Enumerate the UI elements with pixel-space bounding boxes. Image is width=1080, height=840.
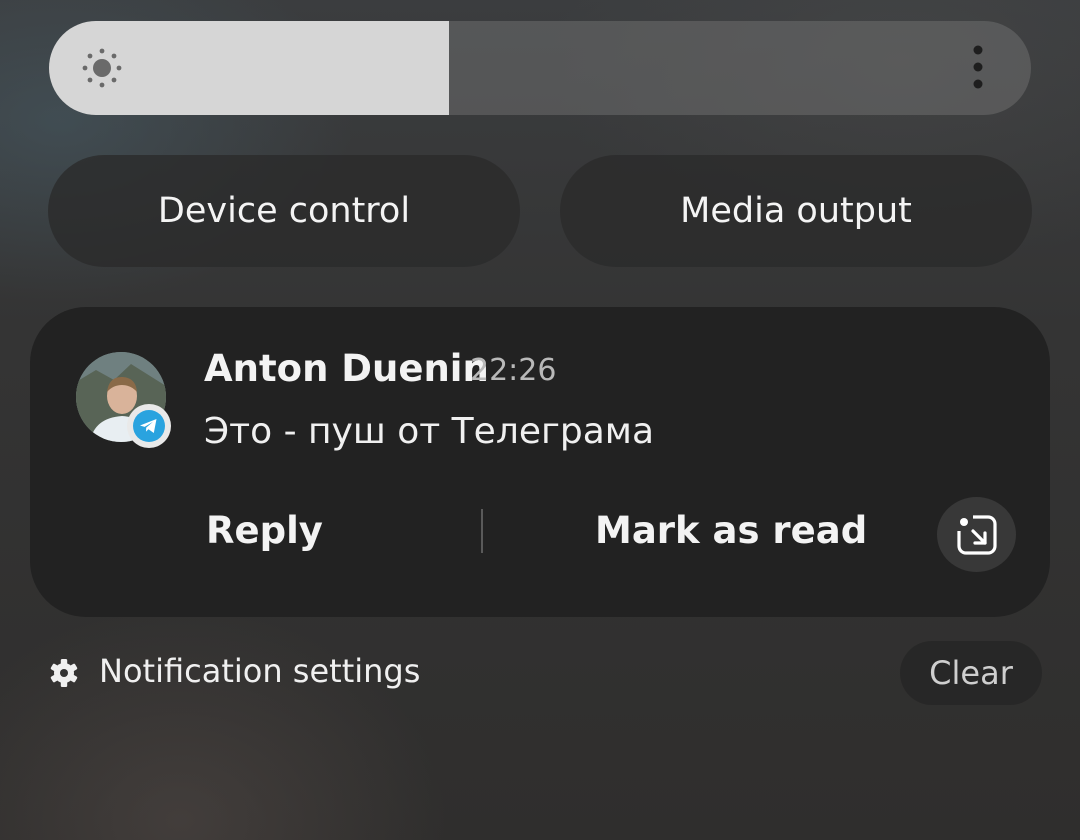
reply-button[interactable]: Reply bbox=[206, 509, 323, 552]
clear-label: Clear bbox=[929, 654, 1013, 692]
brightness-slider[interactable] bbox=[49, 21, 1031, 115]
more-vertical-icon[interactable] bbox=[966, 44, 990, 92]
mark-as-read-button[interactable]: Mark as read bbox=[595, 509, 867, 552]
telegram-badge bbox=[127, 404, 171, 448]
open-in-app-button[interactable] bbox=[937, 497, 1016, 572]
notification-card[interactable]: Anton Duenin 22:26 Это - пуш от Телеграм… bbox=[30, 307, 1050, 617]
media-output-label: Media output bbox=[680, 191, 912, 231]
open-in-app-icon bbox=[954, 512, 997, 555]
device-control-label: Device control bbox=[157, 191, 411, 231]
gear-icon[interactable] bbox=[48, 657, 80, 689]
notification-settings-link[interactable]: Notification settings bbox=[99, 652, 420, 690]
sun-icon bbox=[82, 48, 122, 88]
clear-button[interactable]: Clear bbox=[900, 641, 1042, 705]
telegram-icon bbox=[133, 410, 165, 442]
notification-sender: Anton Duenin bbox=[204, 347, 489, 390]
notification-message: Это - пуш от Телеграма bbox=[204, 411, 655, 452]
device-control-button[interactable]: Device control bbox=[48, 155, 520, 267]
action-divider bbox=[481, 509, 483, 553]
notification-time: 22:26 bbox=[470, 353, 557, 388]
media-output-button[interactable]: Media output bbox=[560, 155, 1032, 267]
